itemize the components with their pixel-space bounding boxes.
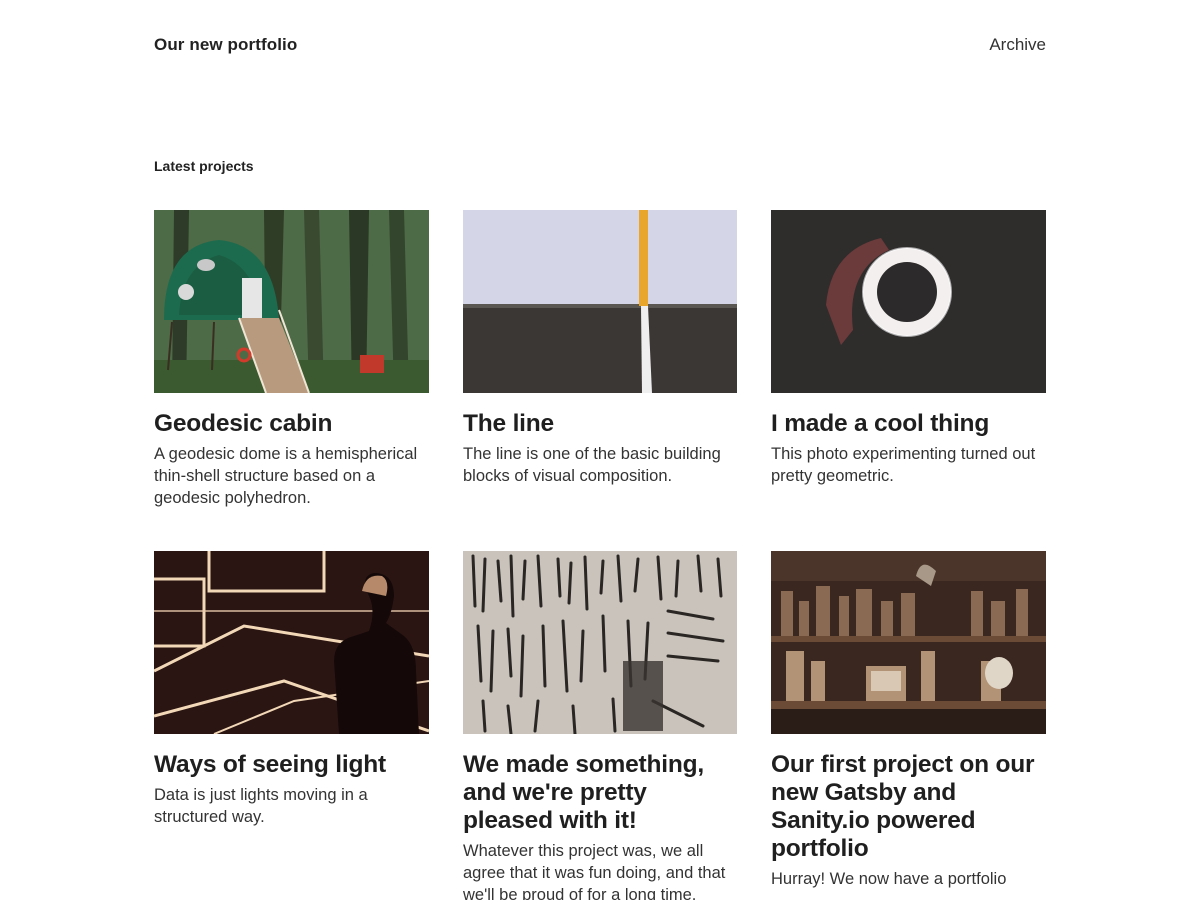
- workshop-shelves-photo: [771, 551, 1046, 734]
- site-header: Our new portfolio Archive: [154, 33, 1046, 59]
- project-card-first-project[interactable]: Our first project on our new Gatsby and …: [771, 551, 1046, 900]
- project-title: Ways of seeing light: [154, 751, 386, 778]
- project-card-geodesic-cabin[interactable]: Geodesic cabin A geodesic dome is a hemi…: [154, 210, 429, 509]
- project-title: Geodesic cabin: [154, 410, 333, 437]
- project-description: The line is one of the basic building bl…: [463, 445, 721, 485]
- project-grid: Geodesic cabin A geodesic dome is a hemi…: [154, 210, 1046, 900]
- project-title: Our first project on our new Gatsby and …: [771, 751, 1035, 862]
- project-description: A geodesic dome is a hemispherical thin-…: [154, 445, 418, 507]
- project-description: This photo experimenting turned out pret…: [771, 445, 1036, 485]
- light-ring-photo: [771, 210, 1046, 393]
- road-line-photo: [463, 210, 737, 393]
- project-title: I made a cool thing: [771, 410, 990, 437]
- project-description: Data is just lights moving in a structur…: [154, 786, 368, 826]
- project-card-the-line[interactable]: The line The line is one of the basic bu…: [463, 210, 737, 509]
- project-card-cool-thing[interactable]: I made a cool thing This photo experimen…: [771, 210, 1046, 509]
- page: Our new portfolio Archive Latest project…: [0, 0, 1200, 900]
- site-title-link[interactable]: Our new portfolio: [154, 35, 297, 55]
- geodesic-dome-cabin-photo: [154, 210, 429, 393]
- project-card-ways-of-seeing-light[interactable]: Ways of seeing light Data is just lights…: [154, 551, 429, 900]
- nav-link-archive[interactable]: Archive: [989, 35, 1046, 55]
- project-description: Whatever this project was, we all agree …: [463, 842, 726, 900]
- tool-wall-photo: [463, 551, 737, 734]
- neon-light-installation-photo: [154, 551, 429, 734]
- project-card-we-made-something[interactable]: We made something, and we're pretty plea…: [463, 551, 737, 900]
- project-description: Hurray! We now have a portfolio: [771, 870, 1007, 888]
- project-title: We made something, and we're pretty plea…: [463, 751, 704, 834]
- section-title: Latest projects: [154, 158, 254, 174]
- project-title: The line: [463, 410, 554, 437]
